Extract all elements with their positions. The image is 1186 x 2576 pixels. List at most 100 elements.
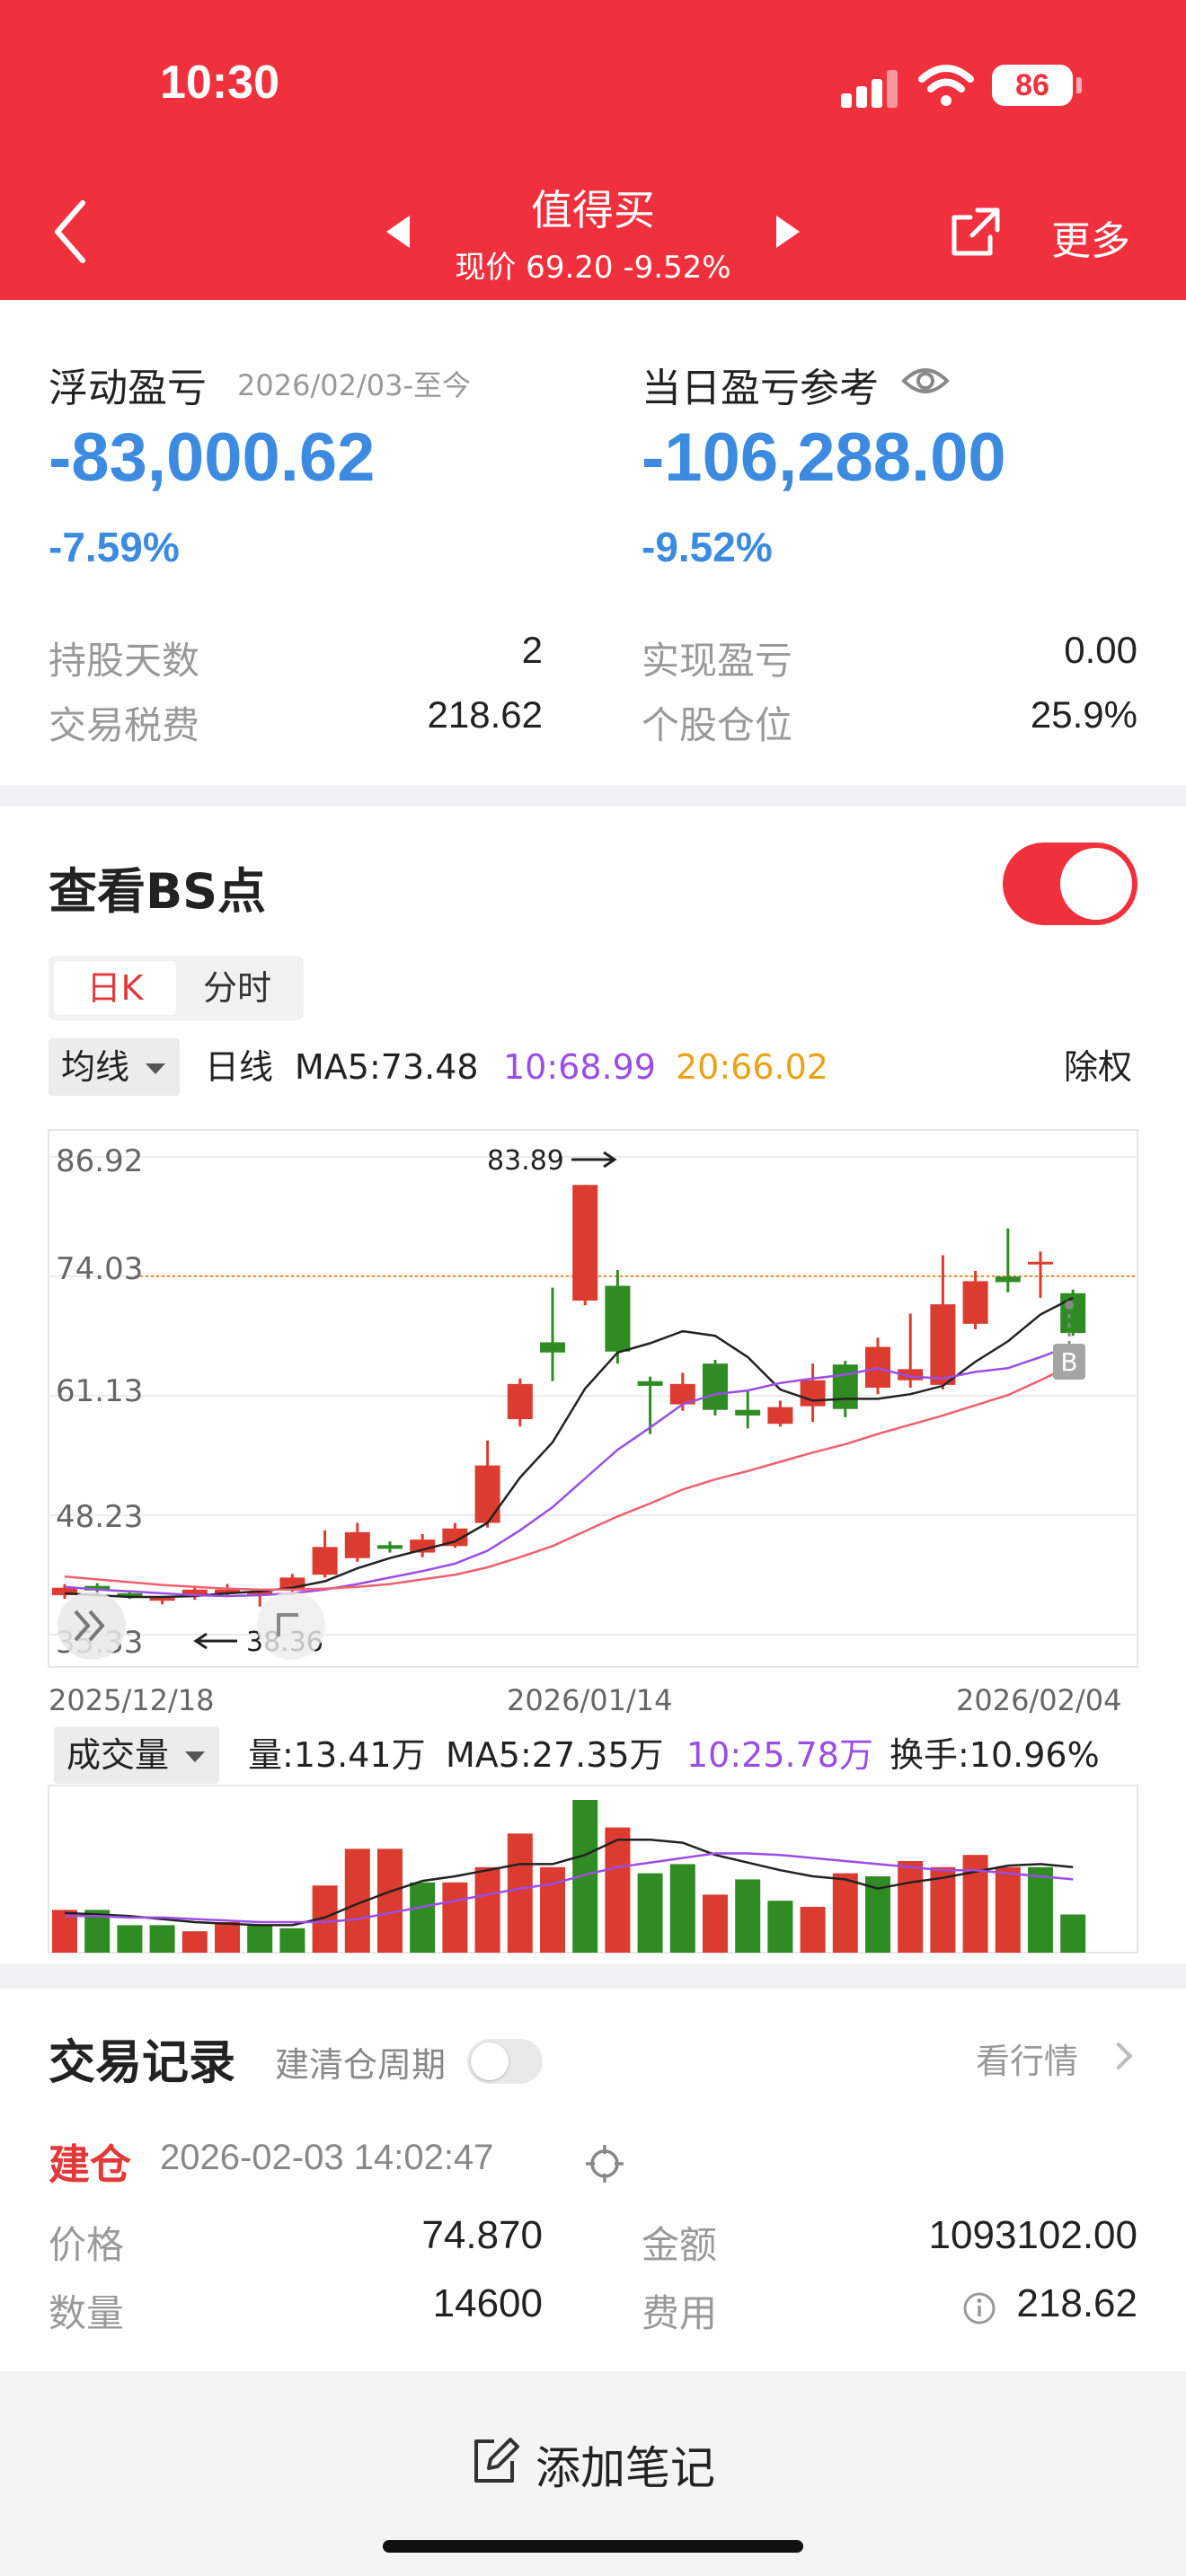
kline-card: 查看BS点 日K 分时 均线 日线 MA5:73.48 10:68.99 20:…	[0, 807, 1186, 1963]
home-indicator	[383, 2540, 803, 2553]
volume-value: 量:13.41万	[248, 1735, 426, 1775]
eye-icon[interactable]	[900, 363, 951, 399]
volume-bar	[410, 1882, 436, 1953]
chevron-right-icon	[1104, 2042, 1133, 2070]
position-value: 25.9%	[1030, 693, 1137, 736]
volume-legend-row: 成交量 量:13.41万 MA5:27.35万 10:25.78万 换手:10.…	[49, 1726, 1137, 1784]
date-tick: 2026/02/04	[956, 1683, 1121, 1717]
daily-pnl-value: -106,288.00	[642, 419, 1006, 496]
record-time: 2026-02-03 14:02:47	[160, 2138, 494, 2177]
reset-zoom-icon[interactable]	[257, 1592, 325, 1660]
candle-body	[995, 1276, 1021, 1283]
floating-pnl-pct: -7.59%	[49, 524, 180, 570]
realized-pnl-label: 实现盈亏	[642, 639, 793, 683]
fee-value: 218.62	[1016, 2281, 1137, 2325]
low-arrow-icon	[193, 1632, 237, 1650]
volume-bar	[1060, 1914, 1086, 1953]
candle-body	[800, 1380, 826, 1407]
qty-label: 数量	[49, 2291, 125, 2335]
volume-bar	[149, 1925, 175, 1953]
volume-dropdown[interactable]: 成交量	[54, 1726, 220, 1784]
pnl-summary-card: 浮动盈亏 2026/02/03-至今 -83,000.62 -7.59% 当日盈…	[0, 300, 1186, 785]
fees-value: 218.62	[427, 693, 543, 736]
back-icon[interactable]	[49, 196, 93, 268]
volume-bar	[735, 1879, 761, 1953]
top-header: 10:30 86 值得买 现价 69.20 -9.52% 更多	[0, 0, 1186, 300]
volume-bar	[832, 1873, 858, 1953]
candle-body	[1028, 1261, 1053, 1265]
hold-days-value: 2	[521, 629, 543, 671]
view-market-link[interactable]: 看行情	[976, 2033, 1078, 2083]
volume-dropdown-label: 成交量	[66, 1735, 170, 1775]
candle-body	[605, 1285, 631, 1352]
candle-body	[930, 1304, 956, 1385]
bottom-bar: 添加笔记	[0, 2371, 1186, 2576]
volume-bar	[377, 1848, 403, 1953]
more-button[interactable]: 更多	[1051, 208, 1130, 266]
realized-pnl-value: 0.00	[1064, 629, 1137, 671]
qty-value: 14600	[432, 2281, 543, 2325]
floating-pnl-label: 浮动盈亏	[49, 366, 207, 411]
trade-records-card: 交易记录 建清仓周期 看行情 建仓 2026-02-03 14:02:47 价格…	[0, 1989, 1186, 2371]
volume-bar	[279, 1928, 305, 1953]
info-icon[interactable]	[961, 2290, 997, 2326]
date-tick: 2025/12/18	[49, 1683, 214, 1717]
price-tick: 74.03	[56, 1251, 143, 1287]
share-icon[interactable]	[947, 203, 1005, 260]
cycle-label: 建清仓周期	[275, 2045, 447, 2085]
volume-bar	[703, 1894, 728, 1953]
daily-pnl-pct: -9.52%	[642, 524, 773, 570]
trade-records-title: 交易记录	[49, 2036, 236, 2090]
edit-note-icon	[474, 2438, 519, 2483]
turnover-rate: 换手:10.96%	[890, 1735, 1100, 1775]
chevron-down-icon	[185, 1751, 206, 1762]
volume-bar	[605, 1827, 631, 1953]
candle-body	[1060, 1292, 1086, 1334]
add-note-label: 添加笔记	[535, 2442, 715, 2494]
price-tick: 48.23	[56, 1499, 143, 1535]
locate-icon[interactable]	[584, 2143, 625, 2184]
volume-bar	[540, 1866, 565, 1953]
price-value: 74.870	[421, 2213, 543, 2257]
price-tick: 86.92	[56, 1143, 143, 1179]
position-label: 个股仓位	[642, 703, 793, 747]
status-time: 10:30	[160, 57, 279, 109]
stock-price-line: 现价 69.20 -9.52%	[455, 250, 731, 286]
candle-body	[735, 1409, 761, 1416]
volume-bar	[474, 1866, 500, 1953]
volume-bar	[669, 1864, 695, 1953]
daily-pnl-label: 当日盈亏参考	[642, 366, 879, 411]
candle-body	[149, 1598, 175, 1601]
next-stock-button[interactable]	[776, 216, 800, 248]
candle-body	[832, 1364, 858, 1409]
kline-chart[interactable]: 86.92 74.03 61.13 48.23 35.33 83.89 38.3…	[0, 807, 1186, 1963]
ma-line-ma5	[64, 1296, 1074, 1599]
candle-body	[637, 1381, 663, 1386]
fee-label: 费用	[642, 2291, 718, 2335]
wifi-icon	[918, 65, 974, 106]
battery-indicator: 86	[992, 65, 1073, 106]
amount-label: 金额	[642, 2223, 718, 2267]
high-price-label: 83.89	[487, 1145, 564, 1177]
amount-value: 1093102.00	[928, 2213, 1137, 2257]
cycle-toggle[interactable]	[467, 2039, 543, 2084]
volume-ma5: MA5:27.35万	[446, 1735, 664, 1775]
candle-body	[507, 1383, 533, 1420]
candle-body	[540, 1342, 565, 1353]
candle-body	[572, 1185, 598, 1301]
cellular-signal-icon	[841, 66, 900, 108]
volume-bar	[507, 1833, 533, 1953]
volume-bar	[767, 1901, 793, 1953]
floating-pnl-value: -83,000.62	[49, 419, 376, 496]
volume-bar	[215, 1922, 240, 1953]
buy-marker-label: B	[1060, 1347, 1077, 1377]
volume-ma10: 10:25.78万	[686, 1735, 873, 1775]
fees-label: 交易税费	[49, 703, 200, 747]
candle-body	[344, 1531, 370, 1558]
candle-body	[767, 1407, 793, 1425]
candle-body	[377, 1545, 403, 1549]
toggle-knob	[471, 2042, 509, 2080]
high-arrow-icon	[571, 1151, 617, 1169]
volume-bar	[247, 1925, 273, 1953]
scroll-left-icon[interactable]	[58, 1592, 126, 1660]
